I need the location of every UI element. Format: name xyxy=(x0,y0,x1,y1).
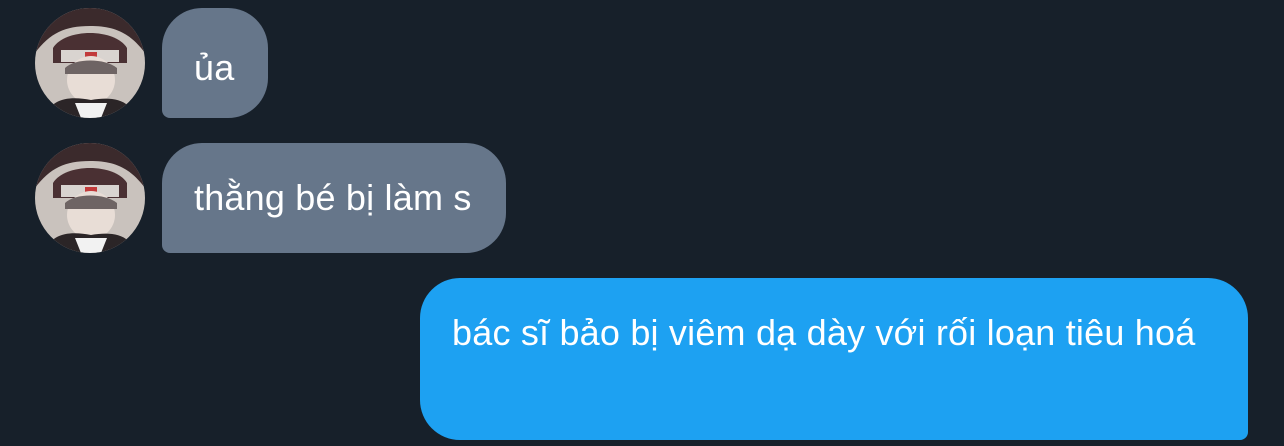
contact-avatar[interactable] xyxy=(35,8,145,118)
contact-avatar[interactable] xyxy=(35,143,145,253)
avatar-photo-icon xyxy=(35,143,145,253)
message-bubble-received[interactable]: ủa xyxy=(162,8,269,118)
message-bubble-sent[interactable]: bác sĩ bảo bị viêm dạ dày với rối loạn t… xyxy=(420,278,1248,440)
message-bubble-received[interactable]: thằng bé bị làm s xyxy=(162,143,506,253)
avatar-photo-icon xyxy=(35,8,145,118)
